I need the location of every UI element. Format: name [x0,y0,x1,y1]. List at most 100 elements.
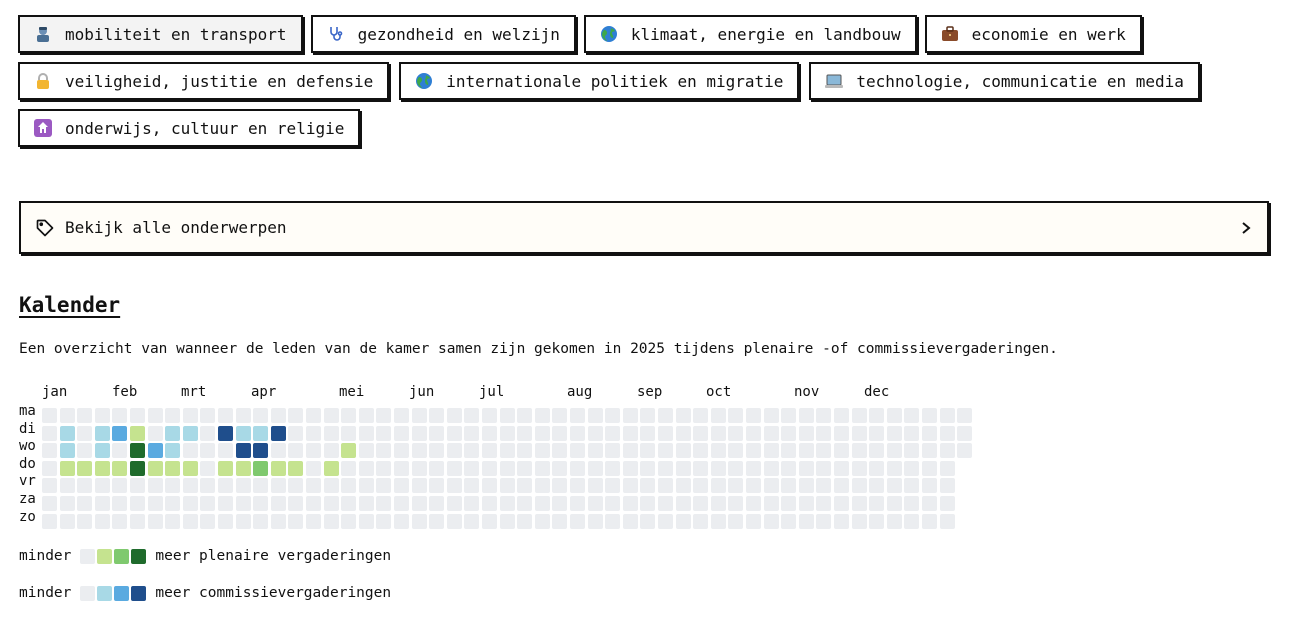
calendar-day-cell [781,425,797,441]
month-label: oct [706,384,732,400]
calendar-day-cell [358,496,374,511]
topic-button[interactable]: mobiliteit en transport [18,15,303,53]
topic-button[interactable]: economie en werk [924,15,1142,53]
calendar-day-cell [834,425,849,441]
calendar-day-cell [306,496,321,511]
calendar-day-cell [77,460,93,476]
calendar-day-cell [587,425,603,441]
legend-less-label: minder [19,585,72,601]
calendar-day-cell [869,478,885,494]
calendar-day-cell [165,513,181,529]
calendar-day-cell [446,513,462,529]
calendar-day-cell [552,513,568,529]
calendar-day-cell [605,478,621,494]
calendar-day-cell [411,513,427,529]
calendar-day-cell [534,513,550,529]
calendar-day-cell [570,460,585,476]
calendar-day-cell [798,443,814,459]
calendar-day-cell [253,460,269,476]
calendar-day-cell [534,478,550,494]
calendar-day-cell [886,478,902,494]
calendar-day-cell [605,443,621,459]
calendar-day-cell [886,513,902,529]
legend-swatch [114,585,130,601]
calendar-day-cell [904,478,920,494]
calendar-day-cell [640,513,656,529]
calendar-day-cell [534,443,550,459]
globe-icon [600,25,618,43]
calendar-day-cell [482,460,497,476]
calendar-day-cell [851,478,867,494]
calendar-day-cell [270,496,286,511]
calendar-day-cell [235,513,251,529]
calendar-day-cell [94,513,110,529]
topic-label: technologie, communicatie en media [856,71,1184,91]
calendar-day-cell [42,443,57,459]
calendar-day-cell [446,496,462,511]
topic-label: gezondheid en welzijn [357,24,560,44]
topic-button[interactable]: internationale politiek en migratie [399,62,800,100]
calendar-day-cell [200,513,216,529]
laptop-icon [825,72,844,90]
calendar-day-cell [411,443,427,459]
all-topics-button[interactable]: Bekijk alle onderwerpen [19,201,1269,254]
topic-label: klimaat, energie en landbouw [630,24,901,44]
calendar-day-cell [746,496,761,511]
calendar-day-cell [834,408,849,423]
calendar-day-cell [112,513,128,529]
chevron-right-icon [1242,221,1251,234]
calendar-day-cell [816,478,832,494]
calendar-day-cell [517,513,533,529]
calendar-day-cell [939,513,955,529]
day-label: ma [19,403,36,419]
calendar-day-cell [253,496,269,511]
calendar-day-cell [834,513,849,529]
calendar-day-cell [499,425,515,441]
calendar-day-cell [746,425,761,441]
month-label: mrt [181,384,207,400]
calendar-day-cell [306,425,321,441]
topic-row: onderwijs, cultuur en religie [18,109,1278,147]
calendar-day-cell [341,478,357,494]
calendar-day-cell [552,425,568,441]
calendar-day-cell [59,443,75,459]
calendar-day-cell [570,425,585,441]
topic-button[interactable]: klimaat, energie en landbouw [583,15,917,53]
calendar-day-cell [94,460,110,476]
calendar-day-cell [323,496,339,511]
calendar-day-cell [218,425,233,441]
calendar-day-cell [640,478,656,494]
topic-button[interactable]: gezondheid en welzijn [310,15,576,53]
calendar-day-cell [323,425,339,441]
calendar-day-cell [429,425,445,441]
calendar-day-cell [517,478,533,494]
calendar-day-cell [798,496,814,511]
place-of-worship-icon [34,119,52,137]
calendar-day-cell [851,408,867,423]
calendar-day-cell [147,425,163,441]
calendar-day-cell [763,496,779,511]
calendar-day-cell [147,496,163,511]
calendar-day-cell [429,513,445,529]
calendar-day-cell [851,496,867,511]
topic-button[interactable]: onderwijs, cultuur en religie [18,109,361,147]
legend-swatch [114,548,130,564]
calendar-day-cell [200,496,216,511]
calendar-day-cell [394,443,409,459]
calendar-day-cell [675,425,691,441]
calendar-day-cell [570,496,585,511]
calendar-day-cell [675,460,691,476]
calendar-day-cell [552,408,568,423]
topic-button[interactable]: veiligheid, justitie en defensie [18,62,390,100]
legend-swatch [97,585,113,601]
calendar-day-cell [323,460,339,476]
calendar-day-cell [306,408,321,423]
calendar-day-cell [323,408,339,423]
calendar-day-cell [235,443,251,459]
calendar-day-cell [834,496,849,511]
calendar-day-cell [482,496,497,511]
calendar-day-cell [939,496,955,511]
calendar-day-cell [306,478,321,494]
topic-button[interactable]: technologie, communicatie en media [809,62,1200,100]
calendar-day-cell [482,513,497,529]
